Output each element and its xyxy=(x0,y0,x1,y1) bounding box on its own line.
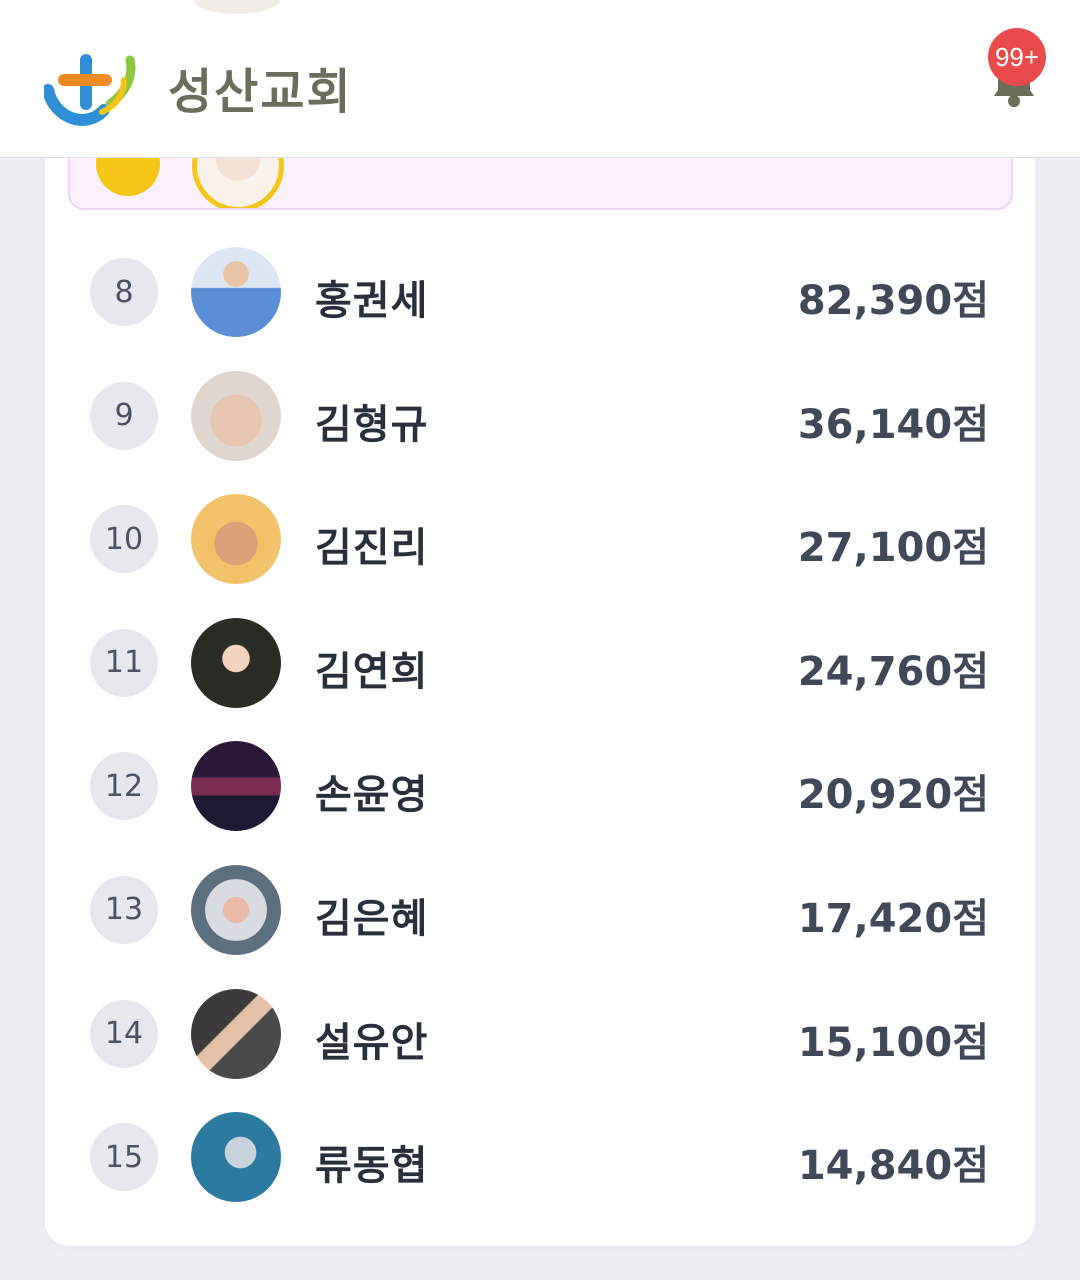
member-score: 14,840점 xyxy=(797,1143,989,1190)
page: 8 홍권세 82,390점 9 김형규 36,140점 10 김진리 27,10… xyxy=(0,0,1080,1280)
ranking-row[interactable]: 8 홍권세 82,390점 xyxy=(45,230,1035,354)
rank-badge: 11 xyxy=(90,628,158,697)
ranking-row[interactable]: 11 김연희 24,760점 xyxy=(45,601,1035,725)
rank-badge: 12 xyxy=(90,752,158,821)
avatar xyxy=(191,864,281,955)
avatar xyxy=(191,494,281,585)
avatar xyxy=(191,247,281,337)
notification-count-badge: 99+ xyxy=(988,28,1046,86)
member-name: 류동협 xyxy=(315,1143,429,1190)
ranking-row[interactable]: 14 설유안 15,100점 xyxy=(45,972,1035,1096)
ranking-row[interactable]: 13 김은혜 17,420점 xyxy=(45,848,1035,972)
member-score: 20,920점 xyxy=(797,772,989,819)
member-name: 김연희 xyxy=(315,648,429,695)
avatar xyxy=(191,1112,281,1203)
ranking-row[interactable]: 12 손윤영 20,920점 xyxy=(45,724,1035,848)
member-name: 김은혜 xyxy=(315,895,429,942)
rank-badge: 13 xyxy=(90,875,158,944)
member-name: 김진리 xyxy=(315,525,429,572)
member-name: 김형규 xyxy=(315,401,429,448)
member-score: 15,100점 xyxy=(797,1019,989,1066)
member-score: 24,760점 xyxy=(797,648,989,695)
avatar xyxy=(191,741,281,832)
member-name: 홍권세 xyxy=(315,278,429,324)
ranking-card: 8 홍권세 82,390점 9 김형규 36,140점 10 김진리 27,10… xyxy=(45,60,1035,1246)
member-score: 36,140점 xyxy=(797,401,989,448)
avatar xyxy=(191,370,281,461)
rank-badge: 14 xyxy=(90,999,158,1068)
scrolled-avatar-edge xyxy=(194,0,280,14)
rank-badge: 15 xyxy=(90,1123,158,1192)
rank-badge: 8 xyxy=(90,258,158,326)
member-name: 손윤영 xyxy=(315,772,429,819)
ranking-row[interactable]: 10 김진리 27,100점 xyxy=(45,477,1035,601)
church-logo-icon[interactable] xyxy=(44,48,140,126)
ranking-row[interactable]: 9 김형규 36,140점 xyxy=(45,354,1035,478)
member-score: 27,100점 xyxy=(797,525,989,572)
avatar xyxy=(191,988,281,1079)
member-name: 설유안 xyxy=(315,1019,429,1066)
notification-button[interactable]: 99+ xyxy=(980,28,1050,108)
rank-badge: 9 xyxy=(90,381,158,450)
app-header: 성산교회 99+ xyxy=(0,0,1080,158)
member-score: 82,390점 xyxy=(797,278,989,324)
avatar xyxy=(191,617,281,708)
rank-badge: 10 xyxy=(90,505,158,574)
ranking-row[interactable]: 15 류동협 14,840점 xyxy=(45,1095,1035,1219)
church-name: 성산교회 xyxy=(168,64,353,120)
member-score: 17,420점 xyxy=(797,895,989,942)
ranking-list: 8 홍권세 82,390점 9 김형규 36,140점 10 김진리 27,10… xyxy=(45,230,1035,1219)
